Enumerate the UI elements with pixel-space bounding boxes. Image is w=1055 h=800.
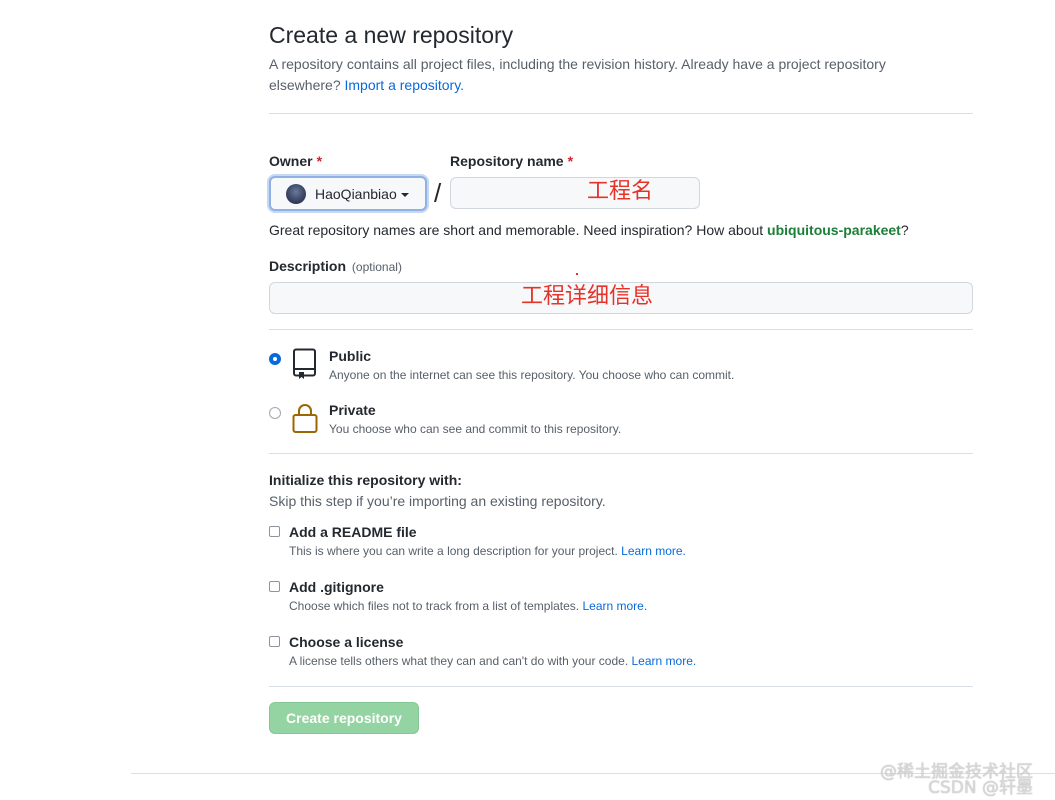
watermark-line2: CSDN @轩墨 [928, 778, 1033, 798]
name-suggestion[interactable]: ubiquitous-parakeet [767, 222, 901, 238]
hint-text: Great repository names are short and mem… [269, 222, 764, 238]
private-desc: You choose who can see and commit to thi… [329, 422, 622, 436]
public-title: Public [329, 348, 372, 364]
divider [269, 686, 973, 687]
page-title: Create a new repository [269, 22, 514, 48]
repo-name-label-text: Repository name [450, 153, 564, 169]
gitignore-title: Add .gitignore [289, 579, 384, 595]
hint-end: ? [900, 222, 909, 238]
repo-name-required-mark: * [567, 153, 574, 169]
public-radio[interactable] [269, 353, 281, 365]
readme-learn-more-link[interactable]: Learn more. [621, 544, 686, 558]
gitignore-desc: Choose which files not to track from a l… [289, 599, 647, 613]
owner-name: HaoQianbiao [315, 185, 397, 202]
private-radio[interactable] [269, 407, 281, 419]
readme-title: Add a README file [289, 524, 417, 540]
gitignore-desc-text: Choose which files not to track from a l… [289, 599, 580, 613]
owner-dropdown[interactable]: HaoQianbiao [269, 176, 427, 211]
repo-name-input[interactable] [450, 177, 700, 209]
description-optional: (optional) [351, 260, 402, 274]
repo-book-icon [293, 348, 316, 379]
license-desc: A license tells others what they can and… [289, 654, 696, 668]
owner-label: Owner * [269, 153, 322, 169]
readme-desc: This is where you can write a long descr… [289, 544, 686, 558]
divider [269, 453, 973, 454]
create-repository-button[interactable]: Create repository [269, 702, 419, 734]
description-label: Description (optional) [269, 258, 402, 274]
description-annotation: 工程详细信息 [521, 284, 654, 309]
caret-down-icon [400, 192, 409, 197]
public-desc: Anyone on the internet can see this repo… [329, 368, 735, 382]
license-learn-more-link[interactable]: Learn more. [632, 654, 697, 668]
import-repository-link[interactable]: Import a repository. [345, 77, 465, 93]
repo-name-hint: Great repository names are short and mem… [269, 222, 909, 238]
annotation-dot [576, 273, 578, 275]
init-subtitle: Skip this step if you’re importing an ex… [269, 493, 606, 509]
owner-required-mark: * [316, 153, 323, 169]
license-checkbox[interactable] [269, 636, 280, 647]
gitignore-learn-more-link[interactable]: Learn more. [582, 599, 647, 613]
license-title: Choose a license [289, 634, 404, 650]
owner-repo-separator: / [434, 178, 442, 208]
gitignore-checkbox[interactable] [269, 581, 280, 592]
readme-desc-text: This is where you can write a long descr… [289, 544, 618, 558]
description-label-text: Description [269, 258, 347, 274]
init-title: Initialize this repository with: [269, 472, 462, 488]
divider [269, 113, 973, 114]
readme-checkbox[interactable] [269, 526, 280, 537]
repo-name-label: Repository name * [450, 153, 573, 169]
page-subtitle: A repository contains all project files,… [269, 54, 949, 96]
divider [269, 329, 973, 330]
license-desc-text: A license tells others what they can and… [289, 654, 629, 668]
lock-icon [292, 404, 318, 433]
owner-label-text: Owner [269, 153, 313, 169]
avatar [286, 183, 306, 204]
repo-name-annotation: 工程名 [587, 179, 654, 204]
private-title: Private [329, 402, 376, 418]
